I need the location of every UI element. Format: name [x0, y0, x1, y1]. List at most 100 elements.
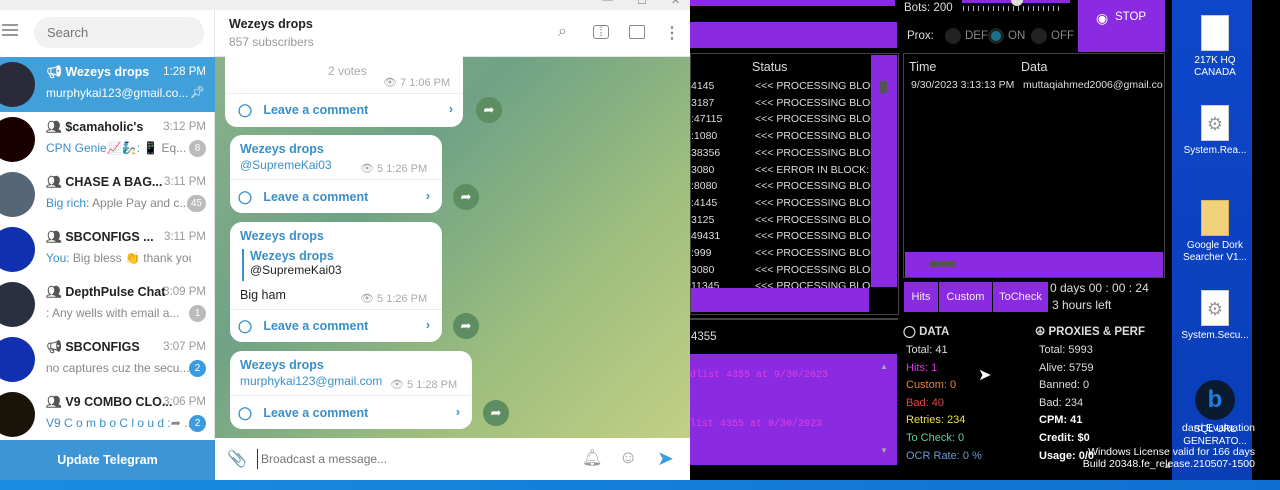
emoji-icon[interactable]: ☺: [619, 447, 637, 468]
log-row[interactable]: 38356 <<< PROCESSING BLOCK: [691, 147, 871, 163]
chat-time: 3:09 PM: [163, 286, 206, 298]
update-telegram-button[interactable]: Update Telegram: [0, 440, 215, 480]
hit-data[interactable]: muttaqiahmed2006@gmail.co: [1023, 79, 1163, 91]
log-row[interactable]: :1080 <<< PROCESSING BLOCK: [691, 130, 871, 146]
leave-comment-link[interactable]: ◯ Leave a comment ›: [238, 189, 430, 204]
chat-item[interactable]: 👥︎ DepthPulse Chat 3:09 PM: Any wells wit…: [0, 277, 215, 332]
more-options-icon[interactable]: ⋮: [664, 23, 680, 43]
log-row[interactable]: 3125 <<< PROCESSING BLOCK: [691, 214, 871, 230]
chat-name: 👥︎ V9 COMBO CLO...: [46, 395, 172, 410]
tab-hits[interactable]: Hits: [904, 282, 938, 312]
desktop-icon[interactable]: Google Dork Searcher V1...: [1175, 200, 1255, 264]
prox-radio-on[interactable]: [988, 28, 1004, 44]
scroll-down-icon[interactable]: ▼: [880, 446, 888, 455]
hit-time[interactable]: 9/30/2023 3:13:13 PM: [911, 79, 1014, 91]
send-icon[interactable]: ➤: [657, 446, 674, 471]
log-row[interactable]: 3080 <<< ERROR IN BLOCK: R: [691, 164, 871, 180]
chat-time: 3:11 PM: [164, 176, 206, 188]
reply-quote[interactable]: Wezeys drops @SupremeKai03: [242, 249, 342, 281]
data-stat: Hits: 1: [906, 362, 937, 374]
scroll-thumb[interactable]: [930, 261, 955, 267]
tab-custom[interactable]: Custom: [939, 282, 992, 312]
time: 1:28 PM: [416, 379, 458, 391]
hits-horizontal-scrollbar[interactable]: [905, 252, 1163, 277]
leave-comment-link[interactable]: ◯ Leave a comment ›: [238, 318, 430, 333]
sender-name[interactable]: Wezeys drops: [240, 358, 324, 372]
chat-time: 3:12 PM: [163, 121, 206, 133]
log-proxy: :47115: [691, 113, 723, 126]
log-status: <<< PROCESSING BLOCK: [755, 146, 871, 159]
stat-label: Usage:: [1039, 449, 1076, 462]
search-icon[interactable]: ⌕: [558, 23, 567, 41]
stat-value: 5993: [1068, 344, 1093, 356]
comment-icon: ◯: [238, 190, 252, 204]
views: 5: [407, 379, 414, 391]
leave-comment-link[interactable]: ◯ Leave a comment ›: [238, 405, 460, 420]
leave-comment-link[interactable]: ◯ Leave a comment ›: [238, 102, 453, 117]
stop-button[interactable]: ◉ STOP: [1078, 0, 1165, 52]
view-count: 👁 5 1:28 PM: [390, 379, 458, 391]
scroll-thumb[interactable]: [880, 81, 887, 93]
attach-icon[interactable]: 📎: [227, 449, 247, 469]
log-row[interactable]: 4145 <<< PROCESSING BLOCK: [691, 80, 871, 96]
log-row[interactable]: :4145 <<< PROCESSING BLOCK: [691, 197, 871, 213]
log-row[interactable]: 3187 <<< PROCESSING BLOCK: [691, 97, 871, 113]
sender-name[interactable]: Wezeys drops: [240, 229, 324, 243]
voice-chat-icon[interactable]: ⁞: [593, 25, 609, 39]
chat-item[interactable]: 👥︎ SBCONFIGS ... 3:11 PM You: Big bless 👏 …: [0, 222, 215, 277]
search-input[interactable]: [34, 17, 204, 48]
proxies-title: PROXIES & PERF: [1048, 326, 1146, 338]
desktop-icon-label: Google Dork Searcher V1...: [1183, 240, 1247, 263]
log-row[interactable]: 11345 <<< PROCESSING BLOCK: [691, 280, 871, 288]
close-button[interactable]: ✕: [671, 0, 680, 7]
log-row[interactable]: 49431 <<< PROCESSING BLOCK: [691, 230, 871, 246]
log-proxy: 38356: [691, 146, 721, 159]
scroll-up-icon[interactable]: ▲: [880, 362, 888, 371]
chat-item[interactable]: 📢︎ SBCONFIGS 3:07 PM no captures cuz the s…: [0, 332, 215, 387]
watermark-line: Windows License valid for 166 days: [1088, 446, 1255, 458]
log-proxy: :1080: [691, 130, 718, 143]
menu-icon[interactable]: [2, 24, 18, 36]
preview-sender: V9 C o m b o C l o u d :: [46, 416, 171, 430]
message-text[interactable]: murphykai123@gmail.com: [240, 374, 382, 388]
desktop-icon[interactable]: 217K HQ CANADA: [1175, 15, 1255, 79]
log-vertical-scrollbar[interactable]: [871, 55, 897, 287]
view-count: 👁 5 1:26 PM: [360, 293, 428, 305]
chat-item[interactable]: 👥︎ $camaholic's 3:12 PM CPN Genie📈🧞: 📱 Eq.…: [0, 112, 215, 167]
desktop-icon[interactable]: ⚙ System.Rea...: [1175, 105, 1255, 157]
prox-option-label: OFF: [1051, 30, 1074, 42]
log-horizontal-scrollbar[interactable]: [691, 288, 869, 312]
mouse-cursor: ➤: [978, 367, 992, 384]
maximize-button[interactable]: ☐: [637, 0, 647, 7]
bell-icon[interactable]: 🔔︎: [582, 448, 602, 468]
chat-title[interactable]: Wezeys drops: [229, 17, 313, 31]
log-row[interactable]: 3080 <<< PROCESSING BLOCK: [691, 264, 871, 280]
chat-item[interactable]: 📢︎ Wezeys drops 1:28 PM murphykai123@gmail…: [0, 57, 215, 112]
input-bar[interactable]: [690, 22, 897, 48]
log-row[interactable]: :47115 <<< PROCESSING BLOCK: [691, 113, 871, 129]
chat-preview: murphykai123@gmail.co...: [46, 86, 191, 100]
forward-button[interactable]: ➦: [476, 97, 502, 123]
console-output[interactable]: dlist 4355 at 9/30/2023 list 4355 at 9/3…: [690, 354, 897, 465]
forward-button[interactable]: ➦: [453, 313, 479, 339]
chat-time: 3:07 PM: [163, 341, 206, 353]
log-row[interactable]: :999 <<< PROCESSING BLOCK: [691, 247, 871, 263]
forward-button[interactable]: ➦: [453, 184, 479, 210]
minimize-button[interactable]: —: [602, 0, 613, 6]
chat-item[interactable]: 👥︎ CHASE A BAG... 3:11 PM Big rich: Apple …: [0, 167, 215, 222]
comment-icon: ◯: [238, 406, 252, 420]
stat-label: Bad:: [1039, 396, 1062, 409]
composer: 📎 🔔︎ ☺ ➤: [215, 438, 690, 480]
message-input[interactable]: [257, 449, 557, 469]
chat-item[interactable]: 👥︎ V9 COMBO CLO... 3:06 PM V9 C o m b o C …: [0, 387, 215, 442]
desktop-icon[interactable]: ⚙ System.Secu...: [1175, 290, 1255, 342]
tab-tocheck[interactable]: ToCheck: [993, 282, 1048, 312]
sender-name[interactable]: Wezeys drops: [240, 142, 324, 156]
forward-button[interactable]: ➦: [483, 400, 509, 426]
prox-radio-def[interactable]: [945, 28, 961, 44]
log-row[interactable]: :8080 <<< PROCESSING BLOCK: [691, 180, 871, 196]
prox-radio-off[interactable]: [1031, 28, 1047, 44]
sidebar-toggle-icon[interactable]: [629, 25, 645, 39]
log-proxy: :999: [691, 247, 712, 259]
message-text[interactable]: @SupremeKai03: [240, 158, 332, 172]
